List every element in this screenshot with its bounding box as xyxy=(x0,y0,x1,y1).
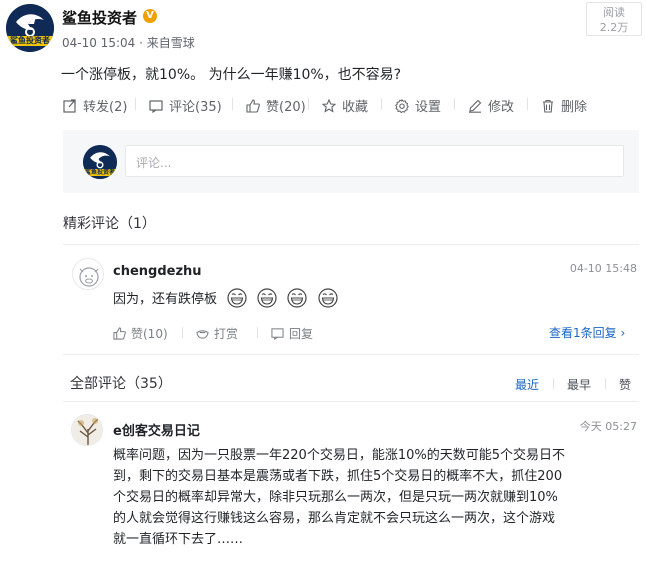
commenter-avatar[interactable] xyxy=(72,258,104,290)
view-replies-link[interactable]: 查看1条回复 › xyxy=(549,324,625,341)
sort-latest[interactable]: 最近 xyxy=(515,376,539,393)
laughing-emoji-icon xyxy=(227,288,247,308)
share-icon xyxy=(63,99,77,113)
like-label: 赞(20) xyxy=(266,100,306,115)
comment-icon xyxy=(149,99,163,113)
featured-comments-title: 精彩评论（1） xyxy=(63,216,156,232)
edit-button[interactable]: 修改 xyxy=(468,96,514,115)
repost-label: 转发(2) xyxy=(83,100,128,115)
edit-label: 修改 xyxy=(488,100,515,115)
comment-like-label: 赞(10) xyxy=(131,327,168,341)
comment-text-content: 因为，还有跌停板 xyxy=(113,292,218,307)
commenter-avatar[interactable] xyxy=(71,414,103,446)
cow-face-icon xyxy=(73,259,103,289)
sort-likes[interactable]: 赞 xyxy=(619,376,631,393)
reward-button[interactable]: 打赏 xyxy=(196,325,238,342)
comment-line: 概率问题，因为一只股票一年220个交易日，能涨10%的天数可能5个交易日不 xyxy=(113,448,565,463)
delete-label: 删除 xyxy=(561,100,588,115)
comment-line: 到，剩下的交易日基本是震荡或者下跌，抓住5个交易日的概率不大，抓住200 xyxy=(113,469,563,484)
favorite-button[interactable]: 收藏 xyxy=(322,96,368,115)
gear-icon xyxy=(395,99,409,113)
author-name[interactable]: 鲨鱼投资者 xyxy=(62,7,137,28)
comment-label: 评论(35) xyxy=(169,100,222,115)
comment-text: 概率问题，因为一只股票一年220个交易日，能涨10%的天数可能5个交易日不 到，… xyxy=(113,445,635,550)
sort-earliest[interactable]: 最早 xyxy=(567,376,591,393)
commenter-name[interactable]: chengdezhu xyxy=(113,264,202,279)
commenter-name[interactable]: e创客交易日记 xyxy=(113,420,200,439)
read-count: 2.2万 xyxy=(599,21,629,34)
author-avatar[interactable]: 鲨鱼投资者 xyxy=(6,4,54,52)
reply-box: 鲨鱼投资者 评论... xyxy=(63,130,639,193)
reward-label: 打赏 xyxy=(214,327,239,341)
comment-line: 个交易日的概率却异常大，除非只玩那么一两次，但是只玩一两次就赚到10% xyxy=(113,490,558,505)
favorite-label: 收藏 xyxy=(342,100,369,115)
verified-badge-icon: V xyxy=(143,9,157,23)
star-icon xyxy=(322,99,336,113)
comment-button[interactable]: 评论(35) xyxy=(149,96,222,115)
thumbs-up-icon xyxy=(246,99,260,113)
settings-label: 设置 xyxy=(415,100,442,115)
comment-line: 就一直循环下去了…… xyxy=(113,532,244,547)
post-text: 一个涨停板，就10%。 为什么一年赚10%，也不容易? xyxy=(61,67,402,83)
trash-icon xyxy=(541,99,555,113)
comment-input[interactable]: 评论... xyxy=(125,145,624,177)
all-comments-title: 全部评论（35） xyxy=(70,376,172,392)
tree-photo-icon xyxy=(72,415,102,445)
comment-text: 因为，还有跌停板 xyxy=(113,288,338,310)
comment-icon xyxy=(271,327,284,340)
reply-button[interactable]: 回复 xyxy=(271,325,313,342)
comment-like-button[interactable]: 赞(10) xyxy=(113,325,168,342)
comment-line: 的人就会觉得这行赚钱这么容易，那么肯定就不会只玩这么一两次，这个游戏 xyxy=(113,511,556,526)
avatar-label: 鲨鱼投资者 xyxy=(6,36,54,46)
comment-time: 今天 05:27 xyxy=(579,420,637,433)
read-label: 阅读 xyxy=(603,6,625,19)
read-count-box: 阅读 2.2万 xyxy=(586,2,642,36)
pencil-icon xyxy=(468,99,482,113)
current-user-avatar: 鲨鱼投资者 xyxy=(83,145,117,179)
laughing-emoji-icon xyxy=(287,288,308,308)
settings-button[interactable]: 设置 xyxy=(395,96,441,115)
laughing-emoji-icon xyxy=(257,288,277,308)
reward-icon xyxy=(196,327,209,340)
like-button[interactable]: 赞(20) xyxy=(246,96,306,115)
avatar-label: 鲨鱼投资者 xyxy=(83,169,117,176)
repost-button[interactable]: 转发(2) xyxy=(63,96,127,115)
comment-time: 04-10 15:48 xyxy=(569,262,637,275)
thumbs-up-icon xyxy=(113,327,126,340)
post-meta: 04-10 15:04 · 来自雪球 xyxy=(62,36,195,50)
delete-button[interactable]: 删除 xyxy=(541,96,587,115)
laughing-emoji-icon xyxy=(317,288,338,308)
reply-label: 回复 xyxy=(289,327,314,341)
